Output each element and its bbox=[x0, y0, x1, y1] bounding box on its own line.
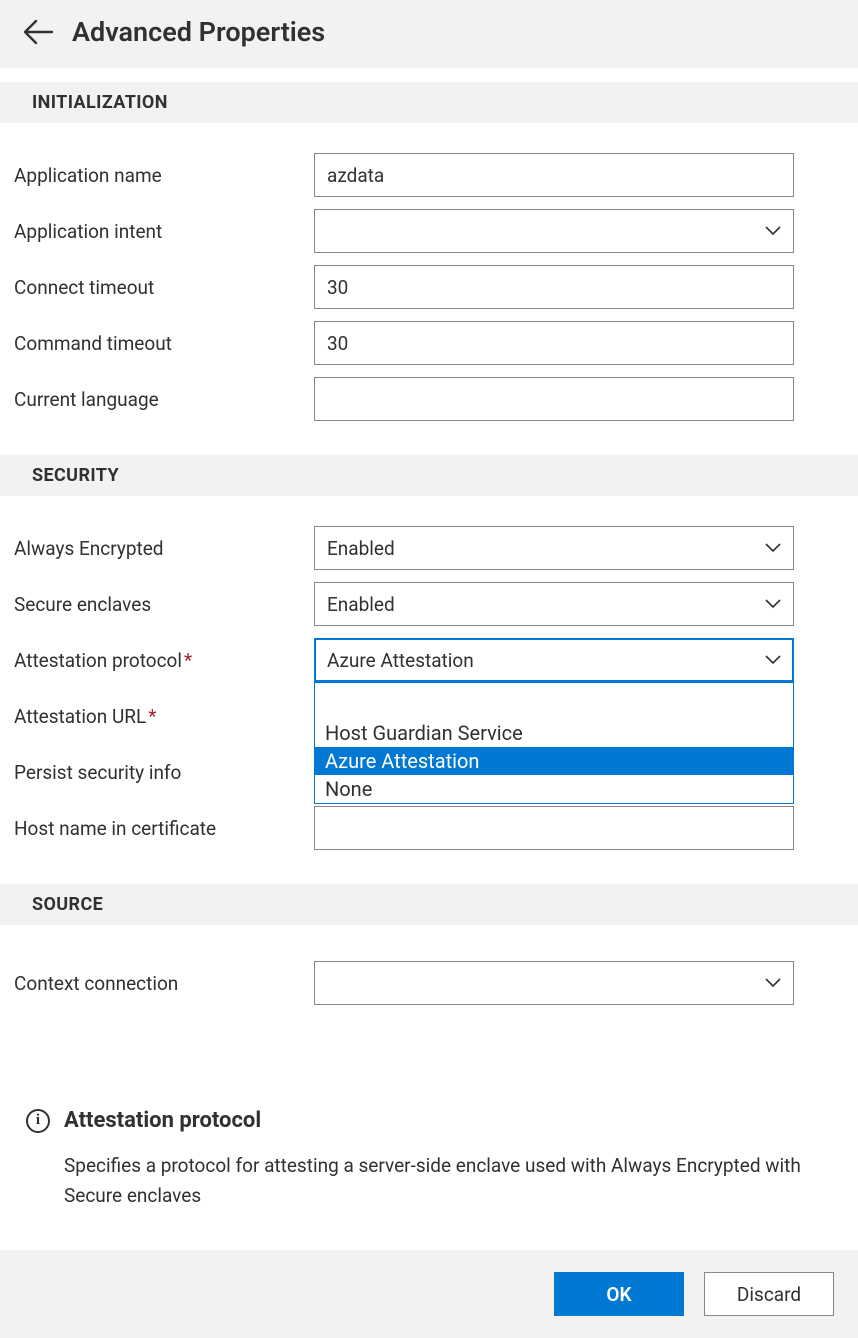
back-button[interactable] bbox=[22, 16, 54, 48]
info-description: Specifies a protocol for attesting a ser… bbox=[64, 1151, 824, 1210]
field-context-connection: Context connection bbox=[14, 961, 844, 1005]
info-header: i Attestation protocol bbox=[26, 1108, 832, 1133]
label-host-name-in-certificate: Host name in certificate bbox=[14, 817, 314, 840]
field-host-name-in-certificate: Host name in certificate bbox=[14, 806, 844, 850]
dropdown-option-host-guardian-service[interactable]: Host Guardian Service bbox=[315, 719, 793, 747]
select-secure-enclaves[interactable]: Enabled bbox=[314, 582, 794, 626]
discard-button[interactable]: Discard bbox=[704, 1272, 834, 1316]
select-always-encrypted[interactable]: Enabled bbox=[314, 526, 794, 570]
section-header-initialization: INITIALIZATION bbox=[0, 82, 858, 123]
field-command-timeout: Command timeout bbox=[14, 321, 844, 365]
section-security: Always Encrypted Enabled Secure enclaves bbox=[0, 496, 858, 884]
label-connect-timeout: Connect timeout bbox=[14, 276, 314, 299]
select-context-connection[interactable] bbox=[314, 961, 794, 1005]
info-panel: i Attestation protocol Specifies a proto… bbox=[0, 1083, 858, 1250]
dropdown-option-azure-attestation[interactable]: Azure Attestation bbox=[315, 747, 793, 775]
section-initialization: Application name Application intent bbox=[0, 123, 858, 455]
select-value: Enabled bbox=[327, 537, 395, 560]
chevron-down-icon bbox=[765, 655, 781, 665]
field-always-encrypted: Always Encrypted Enabled bbox=[14, 526, 844, 570]
input-application-name[interactable] bbox=[314, 153, 794, 197]
label-attestation-protocol: Attestation protocol* bbox=[14, 649, 314, 672]
dialog-title: Advanced Properties bbox=[72, 16, 325, 48]
field-current-language: Current language bbox=[14, 377, 844, 421]
label-persist-security-info: Persist security info bbox=[14, 761, 314, 784]
select-attestation-protocol[interactable]: Azure Attestation bbox=[314, 638, 794, 682]
ok-button[interactable]: OK bbox=[554, 1272, 684, 1316]
info-icon: i bbox=[26, 1109, 50, 1133]
required-marker: * bbox=[148, 705, 156, 728]
chevron-down-icon bbox=[765, 978, 781, 988]
select-value: Azure Attestation bbox=[327, 649, 474, 672]
input-host-name-in-certificate[interactable] bbox=[314, 806, 794, 850]
dropdown-attestation-protocol: Host Guardian Service Azure Attestation … bbox=[314, 682, 794, 804]
label-attestation-url: Attestation URL* bbox=[14, 705, 314, 728]
field-attestation-protocol: Attestation protocol* Azure Attestation bbox=[14, 638, 844, 682]
scroll-area: INITIALIZATION Application name Applicat… bbox=[0, 82, 858, 1083]
info-title: Attestation protocol bbox=[64, 1108, 261, 1133]
label-current-language: Current language bbox=[14, 388, 314, 411]
input-command-timeout[interactable] bbox=[314, 321, 794, 365]
field-secure-enclaves: Secure enclaves Enabled bbox=[14, 582, 844, 626]
arrow-left-icon bbox=[22, 19, 54, 45]
chevron-down-icon bbox=[765, 543, 781, 553]
dropdown-spacer bbox=[315, 683, 793, 719]
field-connect-timeout: Connect timeout bbox=[14, 265, 844, 309]
select-application-intent[interactable] bbox=[314, 209, 794, 253]
select-value: Enabled bbox=[327, 593, 395, 616]
section-header-source: SOURCE bbox=[0, 884, 858, 925]
label-secure-enclaves: Secure enclaves bbox=[14, 593, 314, 616]
chevron-down-icon bbox=[765, 226, 781, 236]
label-application-intent: Application intent bbox=[14, 220, 314, 243]
dropdown-option-none[interactable]: None bbox=[315, 775, 793, 803]
field-application-name: Application name bbox=[14, 153, 844, 197]
spacer bbox=[0, 68, 858, 82]
input-connect-timeout[interactable] bbox=[314, 265, 794, 309]
required-marker: * bbox=[184, 649, 192, 672]
input-current-language[interactable] bbox=[314, 377, 794, 421]
section-header-security: SECURITY bbox=[0, 455, 858, 496]
dialog-footer: OK Discard bbox=[0, 1250, 858, 1338]
field-application-intent: Application intent bbox=[14, 209, 844, 253]
chevron-down-icon bbox=[765, 599, 781, 609]
form-content: INITIALIZATION Application name Applicat… bbox=[0, 82, 858, 1083]
section-source: Context connection bbox=[0, 925, 858, 1039]
label-always-encrypted: Always Encrypted bbox=[14, 537, 314, 560]
label-application-name: Application name bbox=[14, 164, 314, 187]
advanced-properties-dialog: Advanced Properties INITIALIZATION Appli… bbox=[0, 0, 858, 1338]
label-command-timeout: Command timeout bbox=[14, 332, 314, 355]
dialog-header: Advanced Properties bbox=[0, 0, 858, 68]
label-context-connection: Context connection bbox=[14, 972, 314, 995]
